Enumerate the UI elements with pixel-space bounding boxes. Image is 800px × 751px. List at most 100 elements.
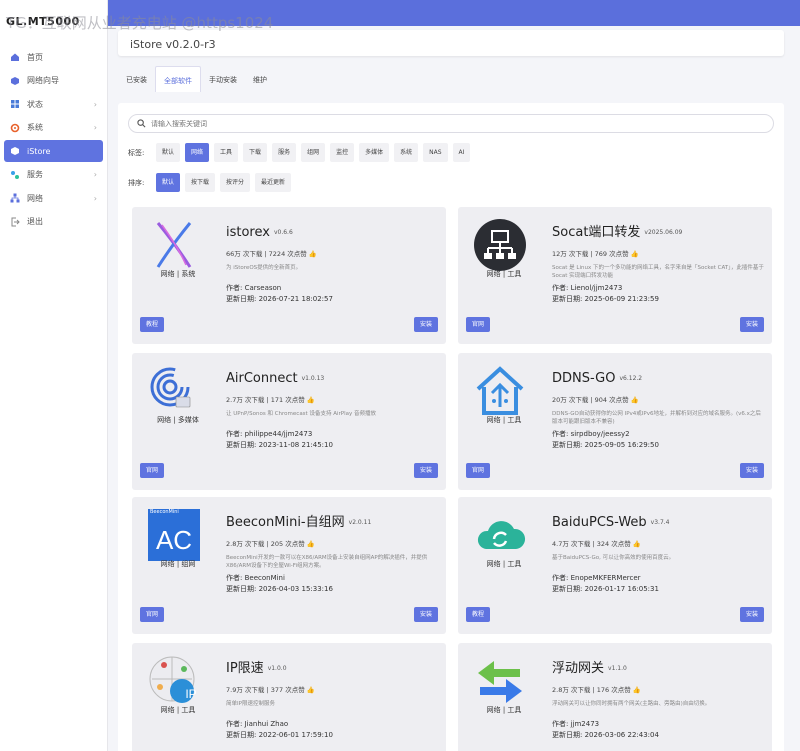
sort-chip-0[interactable]: 默认 [156,173,181,192]
install-button[interactable]: 安装 [413,317,438,332]
sort-chip-1[interactable]: 按下载 [185,173,216,192]
app-card[interactable]: 网络 | 多媒体 AirConnect v1.0.13 2.7万 次下载 | 171 … [132,353,446,490]
cloud-sync-icon [472,507,532,567]
search-input[interactable] [151,119,751,128]
page-title-card: iStore v0.2.0-r3 [118,30,784,56]
app-name: DDNS-GO [552,371,616,386]
tag-chip-9[interactable]: NAS [423,143,448,162]
thumbs-up-icon[interactable]: 👍 [633,540,641,548]
airconnect-icon [146,363,206,423]
sidebar-item-7[interactable]: 退出 [4,211,103,233]
app-name: BaiduPCS-Web [552,515,647,530]
sidebar-item-6[interactable]: 网络 › [4,187,103,209]
app-card[interactable]: IP 网络 | 工具 IP限速 v1.0.0 7.9万 次下载 | 377 次点赞 👍 简… [132,643,446,751]
app-version: v1.0.13 [301,375,325,382]
sidebar-item-label: 系统 [27,123,43,132]
app-secondary-button[interactable]: 教程 [140,317,165,332]
app-stats: 2.7万 次下载 | 171 次点赞 👍 [226,394,438,404]
app-store-panel: 标签: 默认网络工具下载服务组网监控多媒体系统NASAI 排序: 默认按下载按评… [118,103,784,751]
cube-icon [10,76,20,86]
sort-chip-3[interactable]: 最近更新 [255,173,292,192]
swap-arrows-icon [472,653,532,713]
app-version: v1.0.0 [267,665,287,672]
tab-3[interactable]: 维护 [245,66,275,92]
app-secondary-button[interactable]: 官网 [140,607,165,622]
sort-chip-2[interactable]: 按评分 [220,173,251,192]
sidebar-item-1[interactable]: 网络向导 [4,70,103,92]
tab-1[interactable]: 全部软件 [155,66,201,92]
app-secondary-button[interactable]: 官网 [140,463,165,478]
thumbs-up-icon[interactable]: 👍 [633,686,641,694]
install-button[interactable]: 安装 [413,607,438,622]
app-tags: 网络 | 工具 [486,560,522,568]
app-info: 浮动网关 v1.1.0 2.8万 次下载 | 176 次点赞 👍 浮动网关可以让你同时… [552,657,764,708]
tag-chip-4[interactable]: 服务 [272,143,297,162]
sidebar-item-4[interactable]: iStore [4,140,103,162]
app-updated: 更新日期: 2025-06-09 21:23:59 [552,295,659,303]
ip-globe-icon: IP [146,653,206,713]
tag-chip-7[interactable]: 多媒体 [359,143,390,162]
tag-chip-3[interactable]: 下载 [243,143,268,162]
tag-chip-5[interactable]: 组网 [301,143,326,162]
app-secondary-button[interactable]: 教程 [466,607,491,622]
grid-icon [10,99,20,109]
thumbs-up-icon[interactable]: 👍 [631,250,639,258]
tab-2[interactable]: 手动安装 [201,66,245,92]
sidebar-item-5[interactable]: 服务 › [4,164,103,186]
app-updated: 更新日期: 2026-03-06 22:43:04 [552,731,659,739]
istorex-logo-icon [146,217,206,277]
app-card[interactable]: AC BeeconMini 网络 | 组网 BeeconMini-自组网 v2.0.11… [132,497,446,634]
app-card[interactable]: 网络 | 系统 istorex v0.6.6 66万 次下载 | 7224 次点赞 👍… [132,207,446,344]
install-button[interactable]: 安装 [739,463,764,478]
app-stats-text: 2.8万 次下载 | 205 次点赞 [226,540,305,548]
sidebar-item-label: 服务 [27,170,43,179]
install-button[interactable]: 安装 [413,463,438,478]
app-name: istorex [226,225,270,240]
svg-text:AC: AC [156,525,192,555]
app-tags: 网络 | 工具 [486,706,522,714]
sidebar-item-label: iStore [27,146,51,156]
sidebar-item-2[interactable]: 状态 › [4,93,103,115]
sidebar-item-0[interactable]: 首页 [4,46,103,68]
app-card[interactable]: 网络 | 工具 浮动网关 v1.1.0 2.8万 次下载 | 176 次点赞 👍 浮动网… [458,643,772,751]
app-card[interactable]: 网络 | 工具 DDNS-GO v6.12.2 20万 次下载 | 904 次点赞 👍… [458,353,772,490]
tag-chip-0[interactable]: 默认 [156,143,181,162]
app-version: v6.12.2 [619,375,643,382]
app-updated: 更新日期: 2025-09-05 16:29:50 [552,441,659,449]
app-name: 浮动网关 [552,661,605,676]
app-secondary-button[interactable]: 官网 [466,463,491,478]
tag-chip-10[interactable]: AI [452,143,471,162]
app-stats-text: 2.8万 次下载 | 176 次点赞 [552,686,631,694]
thumbs-up-icon[interactable]: 👍 [631,396,639,404]
app-secondary-button[interactable]: 官网 [466,317,491,332]
tag-chip-2[interactable]: 工具 [214,143,239,162]
install-button[interactable]: 安装 [739,317,764,332]
thumbs-up-icon[interactable]: 👍 [307,540,315,548]
tag-chip-8[interactable]: 系统 [394,143,419,162]
thumbs-up-icon[interactable]: 👍 [309,250,317,258]
app-name: BeeconMini-自组网 [226,515,345,530]
app-stats-text: 66万 次下载 | 7224 次点赞 [226,250,307,258]
sort-chip-list: 默认 按下载 按评分 最近更新 [156,173,296,192]
search-box[interactable] [128,114,774,133]
tab-0[interactable]: 已安装 [118,66,155,92]
watermark-text: TG：互联网从业者充电站 @https1024 [6,14,274,32]
app-stats: 2.8万 次下载 | 176 次点赞 👍 [552,684,764,694]
app-description: 简单IP限速控制服务 [226,701,275,707]
thumbs-up-icon[interactable]: 👍 [307,396,315,404]
tag-filter-row: 标签: 默认 网络 工具 下载 服务 组网 监控 多媒体 系统 NAS AI [128,143,475,162]
install-button[interactable]: 安装 [739,607,764,622]
sidebar-item-label: 状态 [27,99,43,109]
thumbs-up-icon[interactable]: 👍 [307,686,315,694]
app-stats: 4.7万 次下载 | 324 次点赞 👍 [552,538,764,548]
app-stats-text: 20万 次下载 | 904 次点赞 [552,396,629,404]
tag-chip-6[interactable]: 监控 [330,143,355,162]
app-card[interactable]: 网络 | 工具 BaiduPCS-Web v3.7.4 4.7万 次下载 | 324 … [458,497,772,634]
app-info: istorex v0.6.6 66万 次下载 | 7224 次点赞 👍 为 iStor… [226,221,438,272]
puzzle-icon [10,170,20,180]
sidebar-item-3[interactable]: 系统 › [4,117,103,139]
nav-list: 首页 网络向导 状态 › 系统 › iStore 服务 › 网络 › 退出 [0,46,107,233]
app-card[interactable]: 网络 | 工具 Socat端口转发 v2025.06.09 12万 次下载 | 769… [458,207,772,344]
tag-chip-1[interactable]: 网络 [185,143,210,162]
logout-icon [10,217,20,227]
